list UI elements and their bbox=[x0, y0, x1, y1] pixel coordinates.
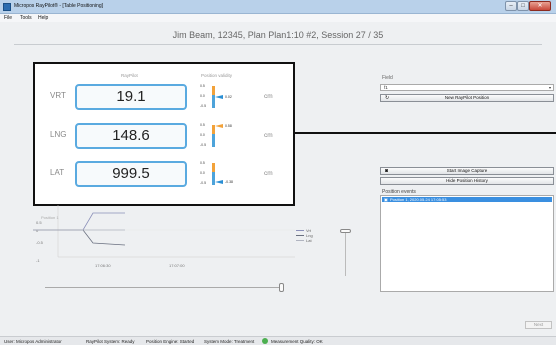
gauge-scale-top: 0.5 bbox=[200, 123, 205, 127]
close-button[interactable]: ✕ bbox=[529, 1, 551, 11]
y-tick: -0.5 bbox=[36, 240, 44, 245]
chart-series-label: Position 1 bbox=[41, 215, 59, 220]
gauge-scale-bottom: -0.5 bbox=[200, 143, 207, 147]
event-icon: ▣ bbox=[384, 197, 388, 202]
position-history-chart: Position 1 0.5 0 -0.5 -1 17:06:30 17:07:… bbox=[33, 205, 295, 268]
gauge-scale-bottom: -0.5 bbox=[200, 181, 207, 185]
vertical-slider-thumb[interactable] bbox=[340, 229, 351, 233]
check-ok-icon bbox=[262, 338, 268, 344]
status-quality: Measurement Quality: OK bbox=[271, 339, 323, 344]
camera-icon: ◙ bbox=[385, 168, 389, 174]
field-select-value: f1 bbox=[384, 85, 388, 90]
y-tick: -1 bbox=[36, 258, 40, 263]
axis-label-vrt: VRT bbox=[50, 91, 66, 100]
legend-item-lat: Lat bbox=[296, 238, 313, 243]
field-select[interactable]: f1 ▾ bbox=[380, 84, 554, 91]
session-header: Jim Beam, 12345, Plan Plan1:10 #2, Sessi… bbox=[172, 30, 384, 40]
chart-legend: Vrt Lng Lat bbox=[296, 228, 313, 243]
hide-position-history-button[interactable]: Hide Position History bbox=[380, 177, 554, 185]
gauge-scale-mid: 0.0 bbox=[200, 171, 205, 175]
position-events-list: ▣ Position 1, 2020.05.24 17:05:53 bbox=[380, 195, 554, 292]
field-label: Field bbox=[382, 75, 393, 81]
gauge-marker bbox=[215, 124, 223, 128]
highlight-line bbox=[295, 132, 556, 134]
gauge-scale-top: 0.5 bbox=[200, 84, 205, 88]
lat-value: 999.5 bbox=[75, 161, 187, 187]
gauge-value: -0.38 bbox=[225, 180, 233, 184]
axis-label-lng: LNG bbox=[50, 130, 67, 139]
minimize-button[interactable]: – bbox=[505, 1, 517, 11]
status-user: User: Micropos Administrator bbox=[4, 339, 62, 344]
raypilot-column-header: RayPilot bbox=[121, 73, 138, 78]
next-button[interactable]: Next bbox=[525, 321, 552, 329]
start-image-capture-button[interactable]: ◙ Start Image Capture bbox=[380, 167, 554, 175]
menu-bar: File Tools Help bbox=[0, 14, 556, 22]
status-system: RayPilot System: Ready bbox=[86, 339, 135, 344]
gauge-scale-mid: 0.0 bbox=[200, 94, 205, 98]
menu-file[interactable]: File bbox=[4, 15, 12, 21]
vertical-slider-track bbox=[345, 232, 346, 276]
time-slider-track bbox=[45, 287, 281, 288]
gauge-value: 0.02 bbox=[225, 95, 232, 99]
status-bar: User: Micropos Administrator RayPilot Sy… bbox=[0, 336, 556, 345]
refresh-icon: ↻ bbox=[385, 95, 390, 101]
series-line-lng bbox=[33, 229, 126, 246]
position-panel: RayPilot Position validity VRT 19.1 0.5 … bbox=[33, 62, 295, 206]
gauge-marker bbox=[215, 95, 223, 99]
gauge-bar bbox=[212, 125, 215, 147]
y-tick: 0 bbox=[36, 228, 39, 233]
gauge-scale-mid: 0.0 bbox=[200, 133, 205, 137]
window-title: Micropos RayPilot® - [Table Positioning] bbox=[14, 3, 103, 9]
time-slider-thumb[interactable] bbox=[279, 283, 284, 292]
lng-validity-gauge: 0.5 0.0 -0.5 0.58 bbox=[200, 123, 250, 149]
list-item[interactable]: ▣ Position 1, 2020.05.24 17:05:53 bbox=[382, 197, 552, 202]
header-divider bbox=[14, 44, 542, 45]
validity-column-header: Position validity bbox=[201, 73, 233, 78]
gauge-scale-top: 0.5 bbox=[200, 161, 205, 165]
dropdown-arrow-icon: ▾ bbox=[548, 85, 551, 90]
lat-validity-gauge: 0.5 0.0 -0.5 -0.38 bbox=[200, 161, 250, 187]
lng-value: 148.6 bbox=[75, 123, 187, 149]
axis-label-lat: LAT bbox=[50, 168, 65, 177]
gauge-scale-bottom: -0.5 bbox=[200, 104, 207, 108]
vrt-validity-gauge: 0.5 0.0 -0.5 0.02 bbox=[200, 84, 250, 110]
menu-help[interactable]: Help bbox=[38, 15, 48, 21]
new-raypilot-position-button[interactable]: ↻ New RayPilot Position bbox=[380, 94, 554, 102]
x-tick: 17:06:30 bbox=[95, 263, 111, 268]
y-tick: 0.5 bbox=[36, 220, 42, 225]
vrt-unit: cm bbox=[264, 93, 273, 100]
gauge-value: 0.58 bbox=[225, 124, 232, 128]
x-tick: 17:07:00 bbox=[169, 263, 185, 268]
status-engine: Position Engine: Started bbox=[146, 339, 195, 344]
lat-unit: cm bbox=[264, 170, 273, 177]
status-mode: System Mode: Treatment bbox=[204, 339, 255, 344]
title-bar: Micropos RayPilot® - [Table Positioning]… bbox=[0, 0, 556, 14]
lng-unit: cm bbox=[264, 132, 273, 139]
gauge-marker bbox=[215, 180, 223, 184]
app-icon bbox=[3, 3, 11, 11]
menu-tools[interactable]: Tools bbox=[20, 15, 32, 21]
vrt-value: 19.1 bbox=[75, 84, 187, 110]
maximize-button[interactable]: □ bbox=[517, 1, 529, 11]
